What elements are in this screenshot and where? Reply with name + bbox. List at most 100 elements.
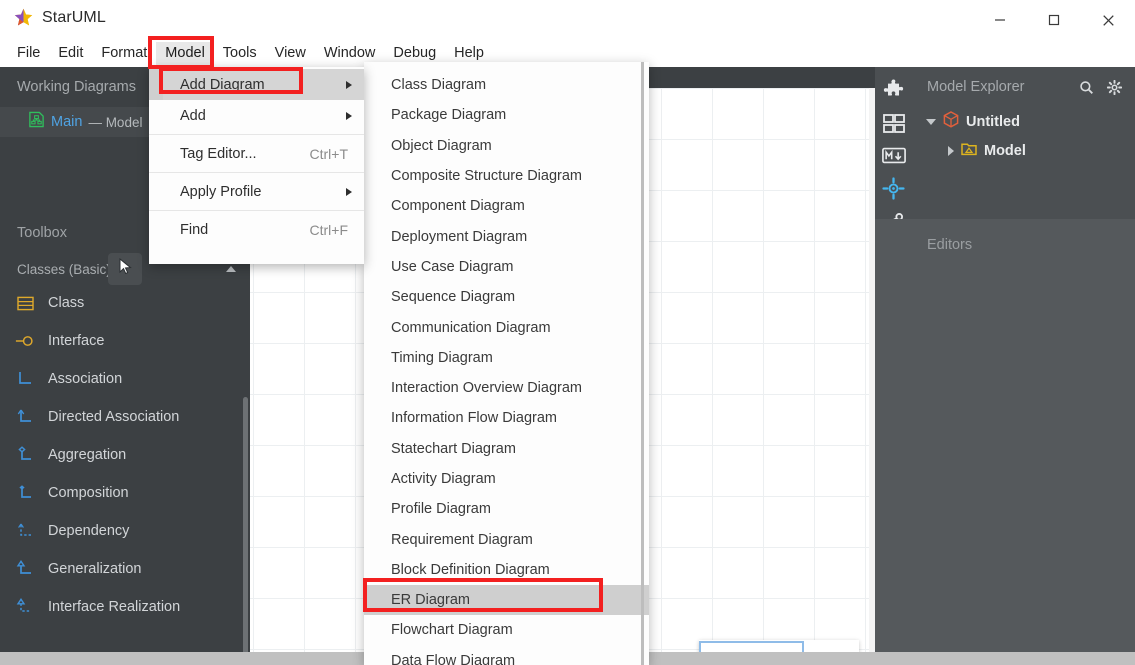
toolbox-pointer-tool[interactable] (108, 253, 142, 285)
annotation-add-diagram (159, 67, 303, 94)
tree-item-label: Untitled (966, 113, 1020, 130)
tool-dependency[interactable]: Dependency (0, 512, 250, 550)
submenu-item-communication-diagram[interactable]: Communication Diagram (364, 312, 649, 342)
pointer-icon (118, 257, 133, 280)
menu-tools[interactable]: Tools (214, 42, 266, 66)
editors-panel: Editors (912, 219, 1135, 652)
tool-interface-realization[interactable]: Interface Realization (0, 588, 250, 626)
submenu-item-class-diagram[interactable]: Class Diagram (364, 70, 649, 100)
composition-icon (14, 483, 36, 503)
diagram-icon (28, 111, 45, 133)
submenu-item-interaction-overview-diagram[interactable]: Interaction Overview Diagram (364, 373, 649, 403)
tree-item-untitled[interactable]: Untitled (912, 107, 1135, 136)
submenu-item-component-diagram[interactable]: Component Diagram (364, 191, 649, 221)
working-diagram-detail: — Model (88, 114, 143, 130)
generalization-icon (14, 559, 36, 579)
submenu-item-use-case-diagram[interactable]: Use Case Diagram (364, 252, 649, 282)
aggregation-icon (14, 445, 36, 465)
menu-separator (149, 134, 364, 135)
menu-item-accelerator: Ctrl+F (309, 221, 349, 238)
extension-manager-icon[interactable] (881, 79, 907, 101)
tool-label: Class (48, 295, 85, 311)
annotation-er-diagram (363, 578, 603, 612)
tool-label: Generalization (48, 561, 142, 577)
twisty-open-icon[interactable] (926, 118, 936, 125)
interface-icon (14, 331, 36, 351)
title-bar-left: StarUML (14, 8, 106, 27)
working-diagram-name: Main (51, 114, 83, 130)
staruml-window: StarUML File Edit Format Model Tools Vie… (0, 0, 1135, 665)
window-controls (973, 0, 1135, 40)
tool-association[interactable]: Association (0, 360, 250, 398)
maximize-button[interactable] (1027, 0, 1081, 40)
submenu-item-flowchart-diagram[interactable]: Flowchart Diagram (364, 615, 649, 645)
submenu-item-statechart-diagram[interactable]: Statechart Diagram (364, 434, 649, 464)
chevron-right-icon (346, 80, 352, 89)
menu-item-accelerator: Ctrl+T (309, 145, 349, 162)
tool-interface[interactable]: Interface (0, 322, 250, 360)
annotation-model-menu (148, 36, 214, 69)
caret-up-icon[interactable] (226, 266, 236, 272)
menu-item-find[interactable]: Find Ctrl+F (149, 214, 364, 245)
navigate-icon[interactable] (881, 177, 907, 200)
editors-title: Editors (927, 237, 973, 253)
tool-label: Composition (48, 485, 129, 501)
title-bar: StarUML (0, 0, 1135, 40)
submenu-scrollbar[interactable] (641, 62, 644, 665)
tool-class[interactable]: Class (0, 284, 250, 322)
menu-file[interactable]: File (8, 42, 49, 66)
submenu-item-object-diagram[interactable]: Object Diagram (364, 131, 649, 161)
close-button[interactable] (1081, 0, 1135, 40)
panels-icon[interactable] (881, 114, 907, 134)
model-explorer-actions (1077, 78, 1123, 96)
toolbox-scrollbar[interactable] (243, 397, 248, 665)
submenu-item-package-diagram[interactable]: Package Diagram (364, 100, 649, 130)
menu-item-apply-profile[interactable]: Apply Profile (149, 176, 364, 207)
submenu-item-data-flow-diagram[interactable]: Data Flow Diagram (364, 646, 649, 665)
chevron-right-icon (346, 187, 352, 196)
submenu-item-composite-structure-diagram[interactable]: Composite Structure Diagram (364, 161, 649, 191)
minimize-button[interactable] (973, 0, 1027, 40)
submenu-item-requirement-diagram[interactable]: Requirement Diagram (364, 524, 649, 554)
menu-format[interactable]: Format (92, 42, 156, 66)
tool-aggregation[interactable]: Aggregation (0, 436, 250, 474)
tool-label: Aggregation (48, 447, 127, 463)
menu-separator (149, 172, 364, 173)
model-explorer-title: Model Explorer (927, 79, 1025, 95)
right-icon-rail-bottom (875, 219, 912, 652)
menu-item-add[interactable]: Add (149, 100, 364, 131)
model-explorer-header: Model Explorer (912, 67, 1135, 107)
tool-generalization[interactable]: Generalization (0, 550, 250, 588)
interface-realization-icon (14, 597, 36, 617)
package-icon (961, 141, 977, 160)
menu-view[interactable]: View (266, 42, 315, 66)
class-icon (14, 293, 36, 313)
project-cube-icon (943, 111, 959, 132)
submenu-item-sequence-diagram[interactable]: Sequence Diagram (364, 282, 649, 312)
submenu-item-activity-diagram[interactable]: Activity Diagram (364, 464, 649, 494)
gear-icon[interactable] (1105, 78, 1123, 96)
submenu-item-deployment-diagram[interactable]: Deployment Diagram (364, 221, 649, 251)
tree-item-label: Model (984, 142, 1026, 159)
markdown-icon[interactable] (881, 147, 907, 164)
model-explorer-panel: Model Explorer Untitled Model (912, 67, 1135, 219)
tool-directed-association[interactable]: Directed Association (0, 398, 250, 436)
tool-label: Interface (48, 333, 105, 349)
search-icon[interactable] (1077, 78, 1095, 96)
chevron-right-icon (346, 111, 352, 120)
submenu-item-timing-diagram[interactable]: Timing Diagram (364, 343, 649, 373)
submenu-item-information-flow-diagram[interactable]: Information Flow Diagram (364, 403, 649, 433)
submenu-item-profile-diagram[interactable]: Profile Diagram (364, 494, 649, 524)
add-diagram-submenu: Class Diagram Package Diagram Object Dia… (364, 62, 649, 665)
menu-edit[interactable]: Edit (49, 42, 92, 66)
model-dropdown-menu: Add Diagram Add Tag Editor... Ctrl+T App… (149, 67, 364, 264)
tree-item-model[interactable]: Model (912, 136, 1135, 165)
dependency-icon (14, 521, 36, 541)
star-icon (14, 8, 33, 27)
tool-composition[interactable]: Composition (0, 474, 250, 512)
menu-item-tag-editor[interactable]: Tag Editor... Ctrl+T (149, 138, 364, 169)
menu-item-label: Tag Editor... (180, 145, 257, 162)
tool-label: Interface Realization (48, 599, 181, 615)
twisty-closed-icon[interactable] (948, 145, 954, 156)
menu-item-label: Find (180, 221, 209, 238)
